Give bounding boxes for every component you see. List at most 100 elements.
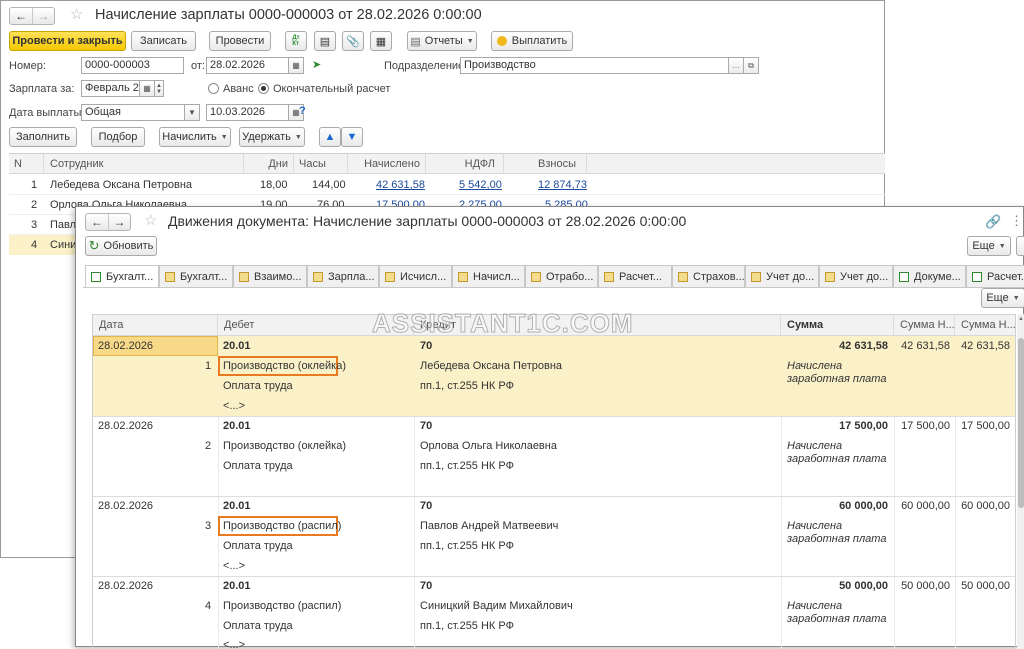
col-date[interactable]: Дата [93,315,218,335]
col-hours[interactable]: Часы [294,154,348,174]
col-accrued[interactable]: Начислено [348,154,426,174]
favorite-star-icon[interactable]: ☆ [144,211,157,229]
tab-label: Отрабо... [546,270,594,283]
coin-icon [496,36,507,46]
tab-calculated[interactable]: Исчисл... [379,265,452,287]
employee-name: Лебедева Оксана Петровна [50,179,193,191]
table-row[interactable]: 1 Лебедева Оксана Петровна 18,00 144,00 … [9,175,885,195]
open-icon[interactable]: ⧉ [743,57,759,74]
register-icon [239,271,249,282]
col-sum-n1[interactable]: Сумма Н... [894,315,955,335]
favorite-star-icon[interactable]: ☆ [70,5,83,23]
tab-accounting-1[interactable]: Бухгалт... [85,265,159,288]
tab-accruals[interactable]: Начисл... [452,265,525,287]
more-button[interactable]: Еще ▼ [981,288,1024,308]
calendar-icon[interactable]: ▦ [139,80,155,97]
ndfl-link[interactable]: 5 542,00 [459,179,502,191]
period-field[interactable]: Февраль 2026 [81,80,141,97]
sum-n1-value: 50 000,00 [901,580,950,592]
save-button[interactable]: Записать [131,31,196,51]
dropdown-icon[interactable]: … [728,57,744,74]
tab-insurance[interactable]: Страхов... [672,265,745,287]
dt-kt-icon[interactable]: Дт Кт [285,31,307,51]
back-arrow-icon[interactable]: ← [86,214,108,230]
record-row[interactable]: 28.02.2026 4 20.01 Производство (распил)… [93,577,1015,649]
accrued-link[interactable]: 42 631,58 [376,179,425,191]
move-down-button[interactable]: ▼ [341,127,363,147]
debit-account: 20.01 [223,500,251,512]
department-field[interactable]: Производство [460,57,730,74]
forward-arrow-icon[interactable]: → [32,8,54,24]
move-up-button[interactable]: ▲ [319,127,341,147]
tab-documents[interactable]: Докуме... [893,265,966,287]
pay-button[interactable]: Выплатить [491,31,573,51]
movements-window: ← → ☆ Движения документа: Начисление зарп… [75,206,1024,649]
calendar-icon[interactable]: ▦ [288,57,304,74]
col-n[interactable]: N [9,154,44,174]
more-button[interactable]: Еще ▼ [967,236,1011,256]
tab-salary[interactable]: Зарпла... [307,265,379,287]
tab-accounting-income-2[interactable]: Учет до... [819,265,893,287]
document-list-icon[interactable]: ▤ [314,31,336,51]
row-number: 4 [31,239,38,251]
structure-icon[interactable]: ▦ [370,31,392,51]
paydate-field[interactable]: 10.03.2026 [206,104,290,121]
flag-icon[interactable]: ➤ [312,58,321,71]
select-button[interactable]: Подбор [91,127,145,147]
credit-account: 70 [420,500,433,512]
refresh-button[interactable]: ↻ Обновить [85,236,157,256]
tab-accounting-income-1[interactable]: Учет до... [745,265,819,287]
record-content: Начислена заработная плата [787,600,887,625]
post-button[interactable]: Провести [209,31,271,51]
fill-button[interactable]: Заполнить [9,127,77,147]
col-employee[interactable]: Сотрудник [44,154,244,174]
record-row[interactable]: 28.02.2026 1 20.01 Производство (оклейка… [93,336,1015,416]
post-close-button[interactable]: Провести и закрыть [9,31,126,51]
link-icon[interactable]: 🔗 [985,214,1001,230]
table-icon [899,271,909,282]
record-row[interactable]: 28.02.2026 2 20.01 Производство (оклейка… [93,417,1015,496]
pay-label: Выплатить [511,35,568,47]
debit-subconto-1: Производство (распил) [223,520,342,532]
tab-accounting-2[interactable]: Бухгалт... [159,265,233,287]
debit-account: 20.01 [223,580,251,592]
register-icon [385,271,395,282]
back-arrow-icon[interactable]: ← [10,8,32,24]
help-icon[interactable]: ? [299,105,306,117]
withhold-button[interactable]: Удержать ▼ [239,127,305,147]
final-calc-radio[interactable] [258,83,269,94]
period-label: Зарплата за: [9,83,75,95]
scrollbar-thumb[interactable] [1018,338,1024,508]
col-ndfl[interactable]: НДФЛ [426,154,504,174]
tab-calc-2[interactable]: Расчет... [966,265,1024,287]
number-field[interactable]: 0000-000003 [81,57,184,74]
record-content: Начислена заработная плата [787,520,887,545]
row-number: 1 [31,179,38,191]
paydate-type-field[interactable]: Общая [81,104,186,121]
attachment-icon[interactable]: 📎 [342,31,364,51]
col-days[interactable]: Дни [244,154,294,174]
col-debit[interactable]: Дебет [218,315,414,335]
chevron-down-icon[interactable]: ▼ [184,104,200,121]
period-stepper[interactable]: ▲ ▼ [154,80,164,97]
more-vertical-icon[interactable]: ⋮ [1010,213,1023,229]
tab-calculation[interactable]: Расчет... [598,265,672,287]
caret-down-icon: ▼ [1012,294,1020,302]
scrollbar[interactable]: ▲ [1017,314,1024,649]
date-field[interactable]: 28.02.2026 [206,57,290,74]
tab-settlements[interactable]: Взаимо... [233,265,307,287]
tabs-bar [76,207,1024,208]
reports-button[interactable]: ▤ Отчеты ▼ [407,31,477,51]
forward-arrow-icon[interactable]: → [108,214,130,230]
col-credit[interactable]: Кредит [414,315,781,335]
contrib-link[interactable]: 12 874,73 [538,179,587,191]
col-sum[interactable]: Сумма [781,315,894,335]
record-row[interactable]: 28.02.2026 3 20.01 Производство (распил)… [93,497,1015,576]
advance-radio[interactable] [208,83,219,94]
col-sum-n2[interactable]: Сумма Н... [955,315,1015,335]
scrollbar-up-icon[interactable]: ▲ [1017,316,1024,322]
credit-subconto-1: Лебедева Оксана Петровна [420,360,563,372]
col-contrib[interactable]: Взносы [504,154,587,174]
accrue-button[interactable]: Начислить ▼ [159,127,231,147]
tab-worked[interactable]: Отрабо... [525,265,598,287]
